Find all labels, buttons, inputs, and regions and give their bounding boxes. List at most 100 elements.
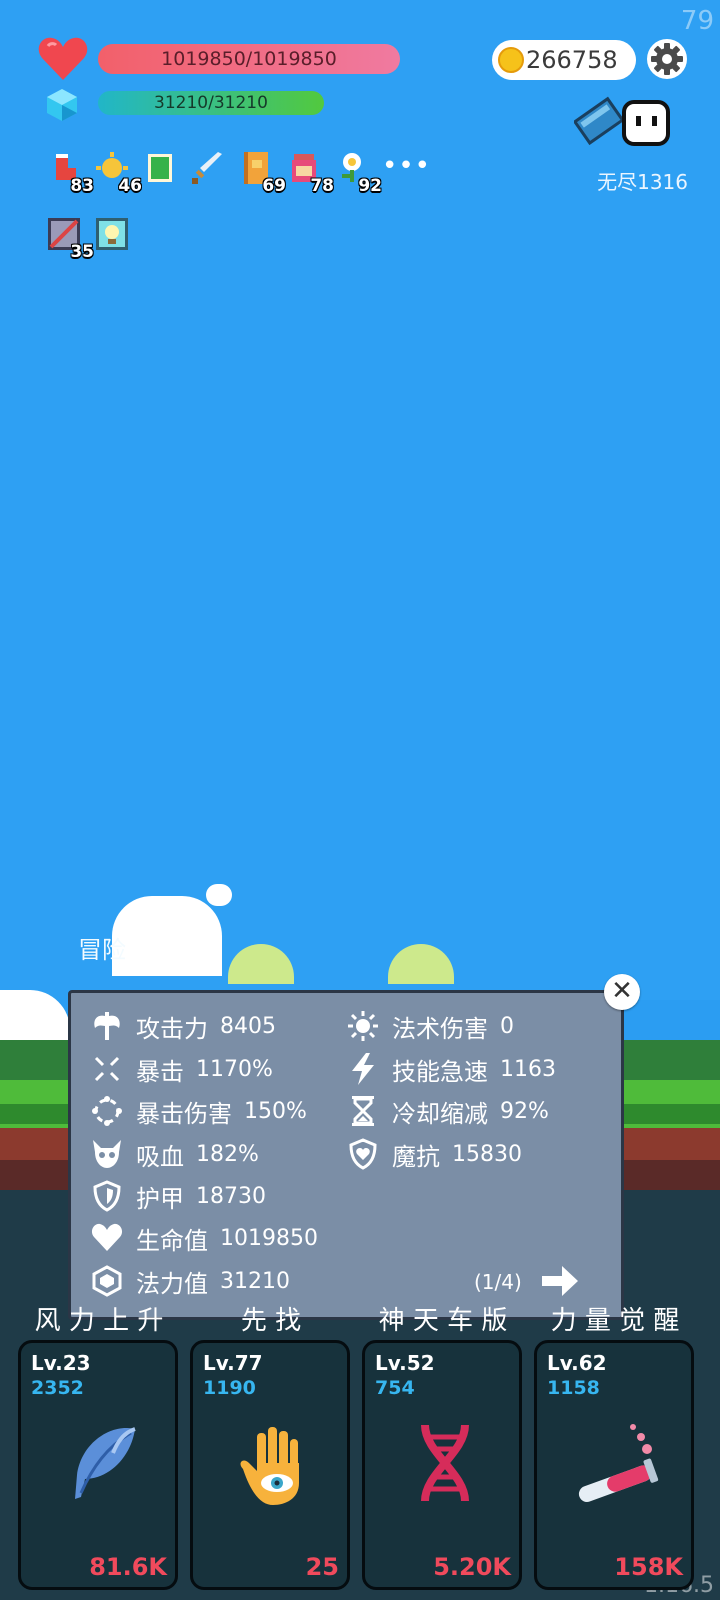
buff-red-sock[interactable]: 83 <box>46 150 94 196</box>
heart-icon <box>38 37 88 80</box>
mana-gem-icon <box>90 1264 124 1298</box>
stat-spell-damage: 法术伤害 0 <box>346 1009 514 1043</box>
stat-cooldown-reduction: 冷却缩减 92% <box>346 1094 549 1128</box>
stat-value: 1019850 <box>220 1225 318 1251</box>
skill-cost: 158K <box>614 1553 683 1581</box>
coin-counter[interactable]: 266758 <box>492 40 636 80</box>
skill-cost: 81.6K <box>89 1553 167 1581</box>
dna-icon <box>421 1424 469 1502</box>
crit-damage-icon <box>90 1094 124 1128</box>
mp-bar: 31210/31210 <box>98 91 324 115</box>
more-buffs-icon[interactable]: ••• <box>382 150 430 192</box>
stat-label: 攻击力 <box>136 1014 208 1043</box>
skill-points: 2352 <box>31 1377 84 1399</box>
buff-count: 78 <box>310 176 334 196</box>
stat-value: 1170% <box>196 1056 273 1082</box>
lightning-icon <box>346 1052 380 1086</box>
potion-tube-icon <box>578 1424 659 1502</box>
boss-ghost-icon[interactable] <box>574 96 686 152</box>
stat-value: 8405 <box>220 1013 276 1039</box>
skill-cost: 25 <box>305 1553 339 1581</box>
heart-icon <box>90 1221 124 1255</box>
buff-count: 35 <box>70 242 94 262</box>
mana-gem-icon <box>47 89 77 121</box>
stat-label: 吸血 <box>136 1142 184 1171</box>
buff-row-1: 83 46 69 78 92 ••• <box>46 150 430 196</box>
skill-points: 1190 <box>203 1377 256 1399</box>
sun-icon <box>346 1009 380 1043</box>
gear-icon[interactable] <box>646 38 688 80</box>
skill-title: 力 量 觉 醒 <box>550 1306 680 1336</box>
stat-value: 92% <box>500 1098 549 1124</box>
buff-striped-scroll[interactable]: 35 <box>46 216 94 262</box>
page-indicator: (1/4) <box>474 1270 522 1294</box>
stat-label: 技能急速 <box>392 1057 488 1086</box>
skill-card-potion[interactable]: Lv.62 1158 158K <box>534 1340 694 1590</box>
stat-value: 31210 <box>220 1268 290 1294</box>
stat-magic-resist: 魔抗 15830 <box>346 1137 522 1171</box>
skill-points: 754 <box>375 1377 415 1399</box>
skill-level: Lv.23 <box>31 1351 91 1375</box>
feather-icon <box>75 1427 136 1499</box>
stat-crit: 暴击 1170% <box>90 1052 273 1086</box>
coin-amount: 266758 <box>526 46 618 74</box>
close-button[interactable]: ✕ <box>604 974 640 1010</box>
buff-count: 92 <box>358 176 382 196</box>
stat-crit-damage: 暴击伤害 150% <box>90 1094 307 1128</box>
stat-armor: 护甲 18730 <box>90 1179 266 1213</box>
crit-icon <box>90 1052 124 1086</box>
buff-count: 83 <box>70 176 94 196</box>
stat-value: 15830 <box>452 1141 522 1167</box>
skill-card-wind[interactable]: Lv.23 2352 81.6K <box>18 1340 178 1590</box>
skill-title: 风 力 上 升 <box>34 1306 164 1336</box>
skill-cost: 5.20K <box>433 1553 511 1581</box>
stat-skill-haste: 技能急速 1163 <box>346 1052 556 1086</box>
buff-sword[interactable] <box>190 150 228 192</box>
skill-level: Lv.77 <box>203 1351 263 1375</box>
shield-icon <box>90 1179 124 1213</box>
adventure-label: 冒险 <box>78 936 126 964</box>
stat-value: 182% <box>196 1141 259 1167</box>
skill-title: 先 找 <box>240 1306 302 1336</box>
stat-value: 150% <box>244 1098 307 1124</box>
buff-sun-bulb[interactable]: 46 <box>94 150 142 196</box>
stat-hp: 生命值 1019850 <box>90 1221 318 1255</box>
skill-card-dna[interactable]: Lv.52 754 5.20K <box>362 1340 522 1590</box>
cloud-big <box>112 896 222 976</box>
vampire-skull-icon <box>90 1137 124 1171</box>
stat-label: 生命值 <box>136 1226 208 1255</box>
skill-titles-row: 风 力 上 升 先 找 神 天 车 版 力 量 觉 醒 <box>0 1300 720 1336</box>
buff-daisy[interactable]: 92 <box>334 150 382 196</box>
axe-icon <box>90 1009 124 1043</box>
buff-green-card[interactable] <box>142 150 180 192</box>
buff-row-2: 35 <box>46 216 132 262</box>
buff-count: 46 <box>118 176 142 196</box>
hourglass-icon <box>346 1094 380 1128</box>
fps-counter: 79 <box>680 6 714 36</box>
hp-bar: 1019850/1019850 <box>98 44 400 74</box>
stat-label: 法力值 <box>136 1269 208 1298</box>
glowing-lamp-icon <box>96 218 128 250</box>
buff-orange-book[interactable]: 69 <box>238 150 286 196</box>
stat-value: 0 <box>500 1013 514 1039</box>
stat-lifesteal: 吸血 182% <box>90 1137 259 1171</box>
stat-label: 暴击伤害 <box>136 1099 232 1128</box>
skill-level: Lv.62 <box>547 1351 607 1375</box>
cloud-puff <box>206 884 232 906</box>
green-card-icon <box>148 154 172 182</box>
stat-label: 护甲 <box>136 1184 184 1213</box>
buff-count: 69 <box>262 176 286 196</box>
skill-title: 神 天 车 版 <box>378 1306 508 1336</box>
skill-card-eye-hand[interactable]: Lv.77 1190 25 <box>190 1340 350 1590</box>
buff-jam-jar[interactable]: 78 <box>286 150 334 196</box>
stat-mana: 法力值 31210 <box>90 1264 290 1298</box>
skill-points: 1158 <box>547 1377 600 1399</box>
next-page-arrow-icon[interactable] <box>542 1264 580 1298</box>
eye-hand-icon <box>240 1427 299 1505</box>
stat-label: 魔抗 <box>392 1142 440 1171</box>
buff-glowing-lamp[interactable] <box>94 216 132 258</box>
endless-stage-label: 无尽1316 <box>597 170 688 194</box>
stat-value: 1163 <box>500 1056 556 1082</box>
stat-label: 法术伤害 <box>392 1014 488 1043</box>
sword-icon <box>192 152 222 184</box>
